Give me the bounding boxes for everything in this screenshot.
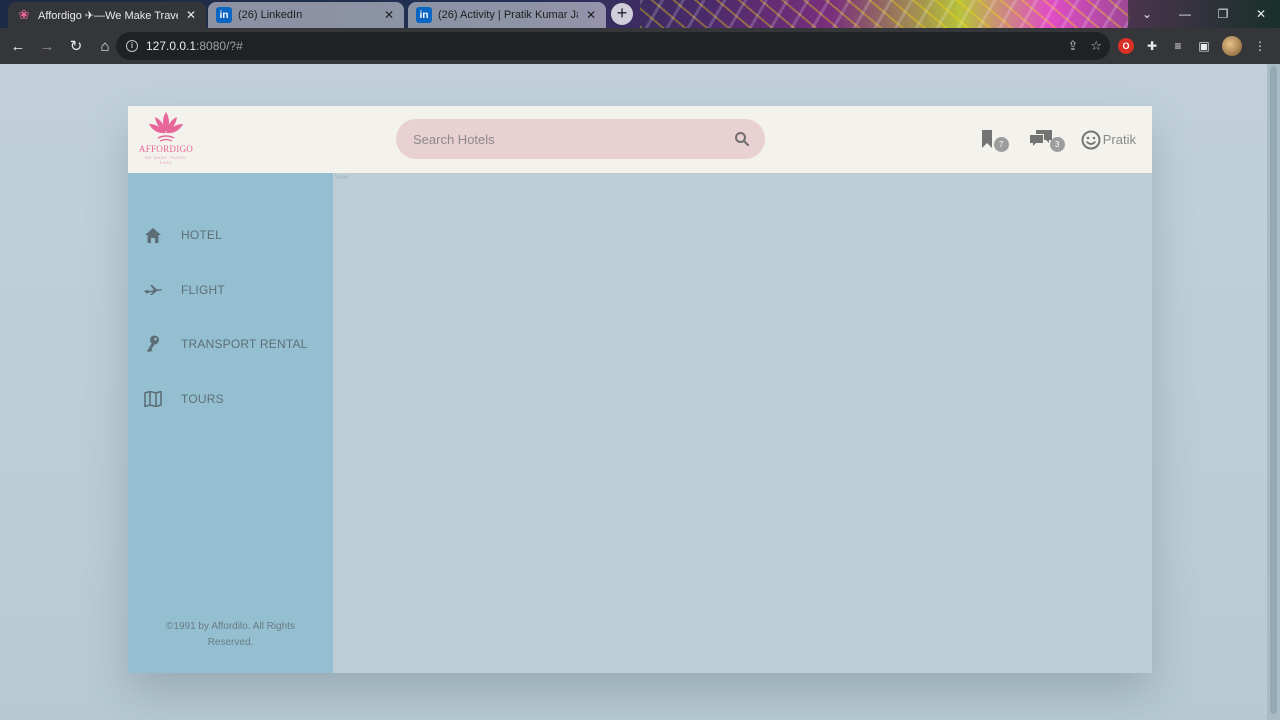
lotus-icon: ❀ xyxy=(18,7,30,22)
sidebar: HOTEL FLIGHT TRANSPORT RENTAL TOURS ©199… xyxy=(128,173,333,673)
browser-tabstrip: ❀ Affordigo ✈—We Make Travel / ✕ in (26)… xyxy=(0,0,1280,28)
sidebar-item-label: HOTEL xyxy=(181,228,223,242)
plane-icon xyxy=(144,281,162,299)
forward-icon[interactable]: → xyxy=(34,33,60,59)
chevron-down-icon[interactable]: ⌄ xyxy=(1128,0,1166,28)
close-window-icon[interactable]: ✕ xyxy=(1242,0,1280,28)
page-scrollbar[interactable] xyxy=(1267,64,1280,720)
sidebar-item-transport-rental[interactable]: TRANSPORT RENTAL xyxy=(128,324,333,364)
url-path: :8080/?# xyxy=(196,39,243,53)
media-queue-icon[interactable]: ≡ xyxy=(1170,38,1186,54)
url-host: 127.0.0.1 xyxy=(146,39,197,53)
extension-red-icon[interactable]: O xyxy=(1118,38,1134,54)
bookmarks-badge: 7 xyxy=(993,136,1009,152)
close-icon[interactable]: ✕ xyxy=(184,8,198,22)
sidebar-item-flight[interactable]: FLIGHT xyxy=(128,270,333,310)
reload-icon[interactable]: ↻ xyxy=(63,33,89,59)
menu-dots-icon[interactable]: ⋮ xyxy=(1252,38,1268,54)
logo-brand: AFFORDIGO xyxy=(138,144,194,154)
bookmark-icon xyxy=(981,129,992,148)
search-input[interactable] xyxy=(413,124,723,154)
tab-title: (26) Activity | Pratik Kumar Jais xyxy=(438,9,578,21)
main-content: View xyxy=(333,173,1152,673)
app-window: AFFORDIGO WE MAKE TRAVEL EASY 7 xyxy=(128,106,1152,673)
search-icon[interactable] xyxy=(734,131,750,147)
search-bar xyxy=(396,119,765,159)
logo-tagline: WE MAKE TRAVEL EASY xyxy=(144,155,188,165)
bookmarks-button[interactable]: 7 xyxy=(979,128,1009,152)
sidebar-item-label: TOURS xyxy=(181,392,224,406)
star-icon[interactable]: ☆ xyxy=(1090,38,1102,54)
close-icon[interactable]: ✕ xyxy=(382,8,396,22)
puzzle-icon[interactable]: ✚ xyxy=(1144,38,1160,54)
app-header: AFFORDIGO WE MAKE TRAVEL EASY 7 xyxy=(128,106,1152,173)
home-icon xyxy=(144,226,162,244)
address-bar[interactable]: i 127.0.0.1:8080/?# ⇪ ☆ xyxy=(116,32,1110,60)
linkedin-icon: in xyxy=(416,7,432,23)
messages-button[interactable]: 3 xyxy=(1029,128,1065,152)
browser-toolbar: ← → ↻ ⌂ i 127.0.0.1:8080/?# ⇪ ☆ O ✚ ≡ ▣ … xyxy=(0,28,1280,64)
sidebar-item-label: FLIGHT xyxy=(181,283,225,297)
tab-linkedin-activity[interactable]: in (26) Activity | Pratik Kumar Jais ✕ xyxy=(408,2,606,28)
messages-badge: 3 xyxy=(1049,136,1065,152)
window-controls: ⌄ — ❐ ✕ xyxy=(1128,0,1280,28)
restore-icon[interactable]: ❐ xyxy=(1204,0,1242,28)
back-icon[interactable]: ← xyxy=(5,33,31,59)
user-menu[interactable]: Pratik xyxy=(1081,130,1136,150)
map-icon xyxy=(144,390,162,408)
new-tab-button[interactable]: + xyxy=(611,3,633,25)
sidebar-item-tours[interactable]: TOURS xyxy=(128,379,333,419)
tab-title: (26) LinkedIn xyxy=(238,9,303,21)
view-label: View xyxy=(335,175,348,181)
header-actions: 7 3 Pratik xyxy=(959,106,1136,173)
info-icon[interactable]: i xyxy=(126,40,138,52)
share-icon[interactable]: ⇪ xyxy=(1067,38,1078,54)
copyright-footer: ©1991 by Affordilo. All Rights Reserved. xyxy=(166,621,295,648)
minimize-icon[interactable]: — xyxy=(1166,0,1204,28)
smiley-icon xyxy=(1081,130,1101,149)
tab-linkedin[interactable]: in (26) LinkedIn ✕ xyxy=(208,2,404,28)
lotus-logo-icon xyxy=(149,112,183,142)
profile-avatar[interactable] xyxy=(1222,36,1242,56)
scrollbar-thumb[interactable] xyxy=(1270,66,1277,714)
side-panel-icon[interactable]: ▣ xyxy=(1196,38,1212,54)
logo[interactable]: AFFORDIGO WE MAKE TRAVEL EASY xyxy=(138,108,194,170)
tab-title: Affordigo ✈—We Make Travel / xyxy=(38,9,178,22)
tab-affordigo[interactable]: ❀ Affordigo ✈—We Make Travel / ✕ xyxy=(8,2,206,28)
linkedin-icon: in xyxy=(216,7,232,23)
sidebar-item-label: TRANSPORT RENTAL xyxy=(181,337,308,351)
close-icon[interactable]: ✕ xyxy=(584,8,598,22)
key-icon xyxy=(144,335,162,353)
sidebar-item-hotel[interactable]: HOTEL xyxy=(128,215,333,255)
home-browser-icon[interactable]: ⌂ xyxy=(92,33,118,59)
user-name: Pratik xyxy=(1102,132,1136,147)
